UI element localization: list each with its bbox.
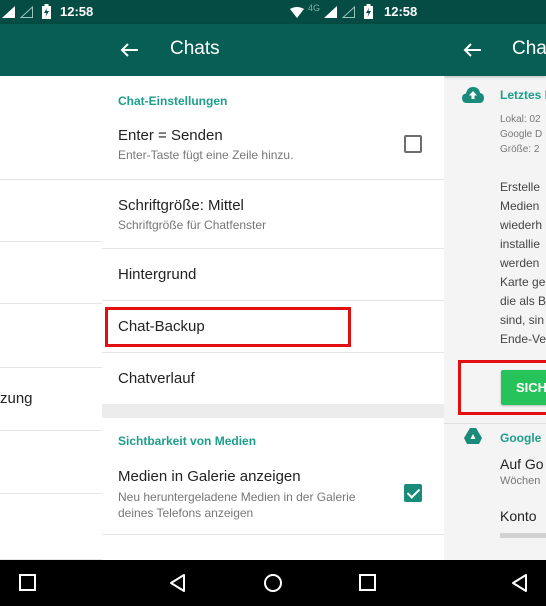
backup-button-highlight — [458, 360, 546, 415]
recents-icon[interactable] — [18, 573, 38, 593]
setting-subtitle: deines Telefons anzeigen — [118, 506, 254, 520]
battery-charging-icon — [364, 4, 373, 19]
setting-subtitle: Schriftgröße für Chatfenster — [118, 218, 267, 232]
settings-group-chat: Chat-Einstellungen Enter = Senden Enter-… — [102, 76, 444, 180]
signal-empty-icon — [20, 6, 33, 18]
section-header: Sichtbarkeit von Medien — [118, 434, 257, 448]
status-bar: 12:58 — [0, 0, 102, 24]
chat-backup-highlight — [105, 307, 351, 347]
setting-enter-send[interactable]: Enter = Senden Enter-Taste fügt eine Zei… — [102, 116, 444, 178]
chat-backup-screen: Chats Letztes Backup Lokal: 02 Google D … — [444, 0, 546, 606]
backup-header: Letztes Backup — [500, 88, 546, 102]
app-bar: Chats — [444, 24, 546, 76]
description-line: werden — [500, 256, 540, 270]
status-bar — [444, 0, 546, 24]
page-title: Chats — [512, 38, 546, 59]
description-line: Ende-Ve — [500, 332, 546, 346]
description-line: wiederh — [500, 218, 543, 232]
list-item[interactable] — [0, 304, 102, 368]
drive-item-title: Konto — [500, 508, 537, 524]
setting-chat-history[interactable]: Chatverlauf — [102, 353, 444, 404]
backup-local: Lokal: 02 — [500, 114, 541, 125]
list-item[interactable] — [0, 242, 102, 304]
description-line: Karte ge — [500, 275, 546, 289]
description-line: Erstelle — [500, 180, 541, 194]
chats-settings-screen: 4G 12:58 Chats Chat-Einstellungen Enter … — [102, 0, 444, 606]
status-time: 12:58 — [60, 4, 94, 19]
home-icon[interactable] — [263, 573, 283, 593]
network-type: 4G — [308, 3, 321, 13]
signal-full-icon — [2, 6, 15, 18]
setting-title: Hintergrund — [118, 266, 197, 283]
list-item-label: zung — [0, 390, 33, 407]
description-line: sind, sin — [500, 313, 545, 327]
setting-font-size[interactable]: Schriftgröße: Mittel Schriftgröße für Ch… — [102, 180, 444, 249]
cloud-upload-icon — [462, 87, 484, 103]
nav-bar — [102, 560, 444, 606]
description-line: Medien — [500, 199, 540, 213]
backup-size: Größe: 2 — [500, 144, 540, 155]
status-time: 12:58 — [384, 4, 418, 19]
app-bar: Chats — [102, 24, 444, 76]
signal-empty-icon — [342, 6, 355, 18]
list-item[interactable] — [0, 431, 102, 494]
setting-wallpaper[interactable]: Hintergrund — [102, 249, 444, 301]
page-title: Chats — [170, 38, 220, 59]
blurred-account — [500, 533, 546, 538]
list-item[interactable]: zung — [0, 368, 102, 431]
drive-item-title: Auf Go — [500, 456, 544, 472]
status-bar: 4G 12:58 — [102, 0, 444, 24]
signal-full-icon — [324, 6, 337, 18]
back-icon[interactable] — [510, 573, 530, 593]
description-line: die als B — [500, 294, 546, 308]
back-icon[interactable] — [168, 573, 188, 593]
drive-header: Google — [500, 431, 542, 445]
left-screen: 12:58 zung — [0, 0, 102, 606]
enter-send-checkbox[interactable] — [404, 135, 422, 153]
setting-subtitle: Neu heruntergeladene Medien in der Galer… — [118, 490, 356, 504]
nav-bar — [0, 560, 102, 606]
section-divider — [102, 404, 444, 418]
description-line: installie — [500, 237, 541, 251]
drive-item-subtitle: Wöchen — [500, 475, 541, 487]
setting-title: Medien in Galerie anzeigen — [118, 468, 301, 485]
backup-info: Lokal: 02 Google D Größe: 2 — [500, 112, 542, 157]
back-arrow-icon[interactable] — [118, 38, 142, 62]
back-arrow-icon[interactable] — [461, 38, 485, 62]
setting-title: Schriftgröße: Mittel — [118, 197, 244, 214]
drive-backup-frequency[interactable]: Auf Go Wöchen — [444, 450, 546, 496]
battery-charging-icon — [42, 4, 51, 19]
backup-description: Erstelle Medien wiederh installie werden… — [500, 178, 546, 349]
settings-group-media: Sichtbarkeit von Medien Medien in Galeri… — [102, 418, 444, 535]
recents-icon[interactable] — [358, 573, 378, 593]
google-drive-icon — [464, 428, 482, 444]
list-item[interactable] — [0, 180, 102, 242]
media-visibility-checkbox[interactable] — [404, 484, 422, 502]
wifi-icon — [290, 7, 304, 18]
list-item[interactable] — [0, 76, 102, 180]
backup-google-drive: Google D — [500, 129, 543, 140]
nav-bar — [444, 560, 546, 606]
setting-title: Enter = Senden — [118, 127, 223, 144]
app-bar — [0, 24, 102, 76]
list-item[interactable] — [0, 494, 102, 560]
setting-subtitle: Enter-Taste fügt eine Zeile hinzu. — [118, 148, 294, 162]
drive-account[interactable]: Konto — [444, 502, 546, 546]
section-divider — [444, 423, 546, 424]
section-header: Chat-Einstellungen — [118, 94, 228, 108]
setting-media-visibility[interactable]: Medien in Galerie anzeigen Neu herunterg… — [102, 458, 444, 534]
setting-title: Chatverlauf — [118, 370, 195, 387]
